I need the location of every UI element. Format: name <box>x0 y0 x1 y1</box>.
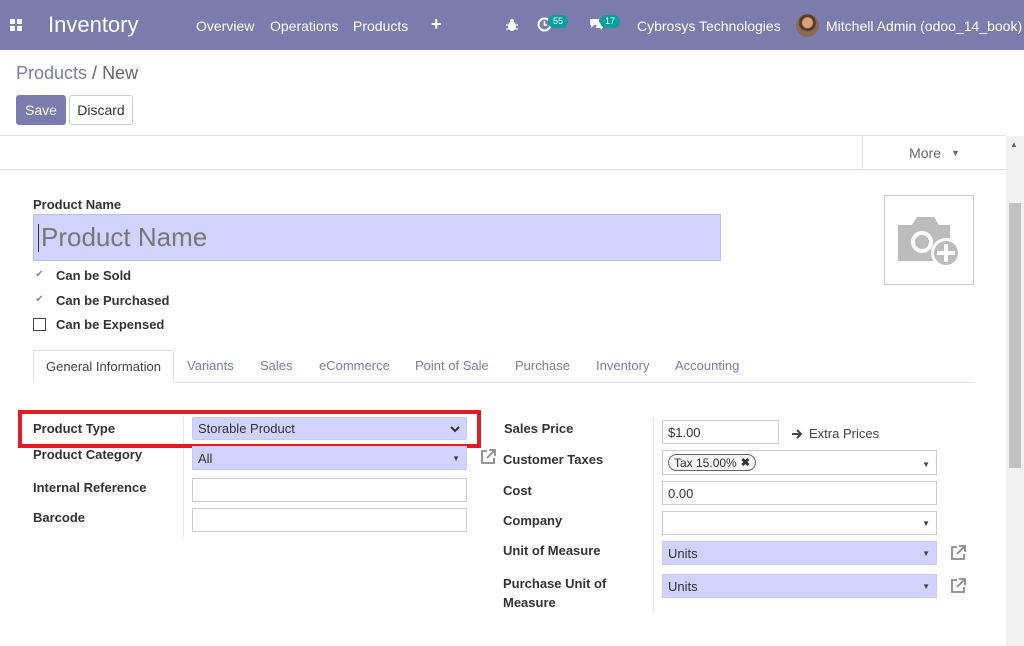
company-label: Company <box>503 513 563 528</box>
remove-tag-icon[interactable]: ✖ <box>741 456 750 469</box>
purchase-unit-of-measure-label-line2: Measure <box>503 595 556 610</box>
extra-prices-label: Extra Prices <box>809 426 880 441</box>
purchase-unit-of-measure-value: Units <box>668 578 698 594</box>
can-be-expensed-checkbox[interactable] <box>33 318 46 331</box>
tab-general-information[interactable]: General Information <box>33 350 174 383</box>
external-link-icon[interactable] <box>949 577 967 595</box>
tab-accounting[interactable]: Accounting <box>675 358 739 373</box>
customer-taxes-input[interactable]: Tax 15.00% ✖ ▼ <box>662 450 937 475</box>
purchase-unit-of-measure-select[interactable]: Units ▼ <box>662 574 937 598</box>
scroll-up-arrow-icon[interactable]: ▲ <box>1010 140 1018 149</box>
scrollbar-thumb[interactable] <box>1009 203 1021 468</box>
can-be-sold-checkbox[interactable]: ✔ <box>33 268 46 281</box>
debug-bug-icon[interactable] <box>505 18 519 32</box>
unit-of-measure-value: Units <box>668 545 698 561</box>
caret-down-icon: ▼ <box>922 582 930 591</box>
product-name-placeholder: Product Name <box>41 222 208 252</box>
sales-price-label: Sales Price <box>504 421 574 436</box>
save-button[interactable]: Save <box>16 95 66 125</box>
messages-count-badge: 17 <box>600 15 621 28</box>
tax-tag: Tax 15.00% ✖ <box>668 454 756 471</box>
tab-variants[interactable]: Variants <box>187 358 234 373</box>
unit-of-measure-label: Unit of Measure <box>503 543 601 558</box>
more-dropdown-button[interactable]: More ▼ <box>862 136 1006 170</box>
apps-menu-icon[interactable] <box>10 19 22 31</box>
product-category-select[interactable]: All ▼ <box>192 446 467 470</box>
external-link-icon[interactable] <box>949 544 967 562</box>
barcode-label: Barcode <box>33 510 86 525</box>
tab-inventory[interactable]: Inventory <box>596 358 649 373</box>
company-switcher[interactable]: Cybrosys Technologies <box>637 18 781 34</box>
cost-input[interactable]: 0.00 <box>662 481 937 505</box>
purchase-unit-of-measure-label: Purchase Unit of <box>503 576 607 591</box>
tab-purchase[interactable]: Purchase <box>515 358 570 373</box>
breadcrumb-separator: / <box>92 63 98 83</box>
caret-down-icon: ▼ <box>950 148 960 158</box>
quick-create-plus-icon[interactable]: + <box>431 14 442 35</box>
column-separator <box>653 417 654 613</box>
can-be-expensed-label: Can be Expensed <box>56 317 165 332</box>
arrow-right-icon <box>792 428 803 439</box>
sales-price-input[interactable]: $1.00 <box>662 420 779 444</box>
breadcrumb: Products / New <box>16 63 138 84</box>
unit-of-measure-select[interactable]: Units ▼ <box>662 541 937 565</box>
breadcrumb-current: New <box>102 63 139 83</box>
product-name-label: Product Name <box>33 197 122 212</box>
can-be-purchased-checkbox[interactable]: ✔ <box>33 293 46 306</box>
customer-taxes-label: Customer Taxes <box>503 452 604 467</box>
top-navbar: Inventory Overview Operations Products +… <box>0 0 1024 50</box>
external-link-icon[interactable] <box>479 448 497 466</box>
breadcrumb-products-link[interactable]: Products <box>16 63 87 83</box>
user-menu[interactable]: Mitchell Admin (odoo_14_book) <box>826 18 1022 34</box>
menu-overview[interactable]: Overview <box>196 18 254 34</box>
product-category-label: Product Category <box>33 447 143 462</box>
user-avatar[interactable] <box>796 14 819 37</box>
can-be-sold-label: Can be Sold <box>56 268 132 283</box>
extra-prices-button[interactable]: Extra Prices <box>792 426 879 441</box>
product-type-highlight-box <box>18 410 481 448</box>
tab-point-of-sale[interactable]: Point of Sale <box>415 358 489 373</box>
more-label: More <box>909 145 941 161</box>
product-image-upload[interactable] <box>884 195 974 285</box>
caret-down-icon: ▼ <box>922 519 930 528</box>
caret-down-icon: ▼ <box>922 549 930 558</box>
company-select[interactable]: ▼ <box>662 511 937 535</box>
app-title[interactable]: Inventory <box>48 12 139 38</box>
product-name-input[interactable]: Product Name <box>33 214 721 261</box>
activity-count-badge: 55 <box>548 15 569 28</box>
internal-reference-label: Internal Reference <box>33 480 147 495</box>
can-be-purchased-label: Can be Purchased <box>56 293 170 308</box>
cost-label: Cost <box>503 483 532 498</box>
internal-reference-input[interactable] <box>192 478 467 502</box>
product-category-value: All <box>198 450 213 466</box>
text-cursor <box>38 223 39 252</box>
camera-add-icon <box>898 217 961 268</box>
tax-tag-label: Tax 15.00% <box>674 455 737 470</box>
barcode-input[interactable] <box>192 508 467 532</box>
menu-products[interactable]: Products <box>353 18 408 34</box>
tabs-divider <box>33 382 974 383</box>
form-status-bar <box>0 136 1006 170</box>
tab-ecommerce[interactable]: eCommerce <box>319 358 390 373</box>
menu-operations[interactable]: Operations <box>270 18 338 34</box>
caret-down-icon: ▼ <box>922 460 930 469</box>
caret-down-icon: ▼ <box>452 454 460 463</box>
discard-button[interactable]: Discard <box>69 95 133 125</box>
tab-sales[interactable]: Sales <box>260 358 293 373</box>
